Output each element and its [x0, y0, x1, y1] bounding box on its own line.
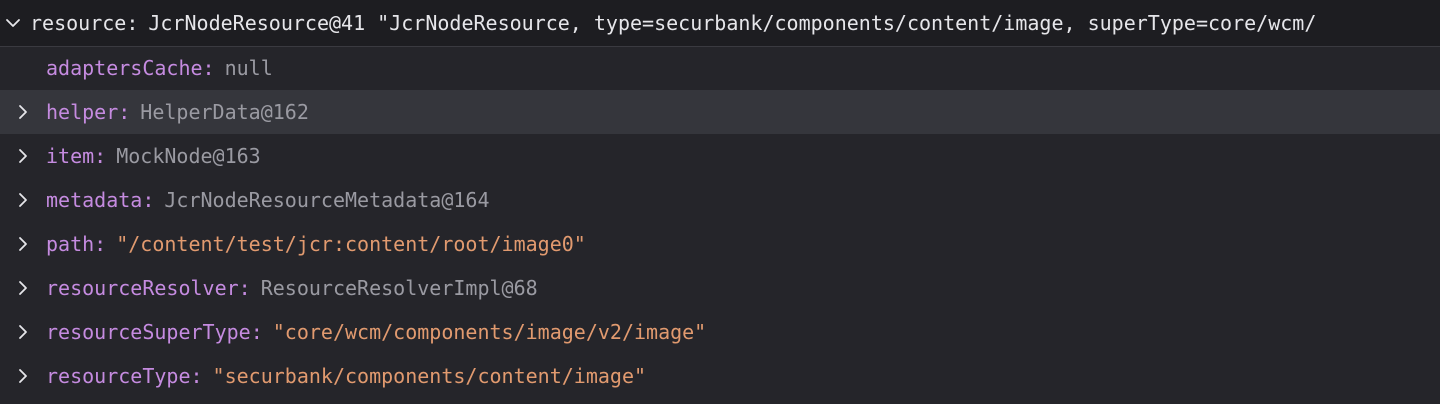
chevron-right-icon[interactable] [12, 233, 34, 255]
chevron-right-icon[interactable] [12, 189, 34, 211]
separator-colon: : [202, 56, 215, 80]
variable-value: HelperData@162 [140, 100, 309, 124]
separator-colon: : [94, 232, 107, 256]
tree-row-path[interactable]: path: "/content/test/jcr:content/root/im… [0, 222, 1440, 266]
separator-colon: : [250, 320, 263, 344]
chevron-right-icon[interactable] [12, 277, 34, 299]
chevron-down-icon[interactable] [2, 12, 24, 34]
variable-name: item [46, 144, 95, 168]
separator-colon: : [238, 276, 251, 300]
chevron-right-icon[interactable] [12, 101, 34, 123]
variable-name: resourceSuperType [46, 320, 251, 344]
chevron-right-icon[interactable] [12, 145, 34, 167]
variable-value-string: "securbank/components/content/image" [212, 364, 647, 388]
chevron-right-icon[interactable] [12, 365, 34, 387]
separator-colon: : [142, 188, 155, 212]
variable-value: JcrNodeResourceMetadata@164 [164, 188, 490, 212]
variable-name: resource [30, 11, 127, 35]
tree-row-metadata[interactable]: metadata: JcrNodeResourceMetadata@164 [0, 178, 1440, 222]
variable-name: path [46, 232, 95, 256]
variable-value-string: "/content/test/jcr:content/root/image0" [116, 232, 586, 256]
tree-row-adaptersCache[interactable]: adaptersCache: null [0, 46, 1440, 90]
variable-value: ResourceResolverImpl@68 [260, 276, 538, 300]
separator-colon: : [118, 100, 131, 124]
tree-row-item[interactable]: item: MockNode@163 [0, 134, 1440, 178]
separator-colon: : [94, 144, 107, 168]
variable-name: helper [46, 100, 119, 124]
separator-colon: : [190, 364, 203, 388]
variable-value: null [224, 56, 273, 80]
tree-row-resourceType[interactable]: resourceType: "securbank/components/cont… [0, 354, 1440, 398]
tree-row-resourceSuperType[interactable]: resourceSuperType: "core/wcm/components/… [0, 310, 1440, 354]
variable-value: JcrNodeResource@41 "JcrNodeResource, typ… [148, 11, 1317, 35]
variable-name: resourceType [46, 364, 191, 388]
variable-name: adaptersCache [46, 56, 203, 80]
separator-colon: : [126, 11, 139, 35]
variable-name: metadata [46, 188, 143, 212]
tree-row-resourceResolver[interactable]: resourceResolver: ResourceResolverImpl@6… [0, 266, 1440, 310]
variable-value: MockNode@163 [116, 144, 261, 168]
tree-row-helper[interactable]: helper: HelperData@162 [0, 90, 1440, 134]
chevron-right-icon[interactable] [12, 321, 34, 343]
variable-name: resourceResolver [46, 276, 239, 300]
variable-value-string: "core/wcm/components/image/v2/image" [272, 320, 707, 344]
variables-tree: resource: JcrNodeResource@41 "JcrNodeRes… [0, 0, 1440, 404]
tree-row-resource[interactable]: resource: JcrNodeResource@41 "JcrNodeRes… [0, 0, 1440, 47]
